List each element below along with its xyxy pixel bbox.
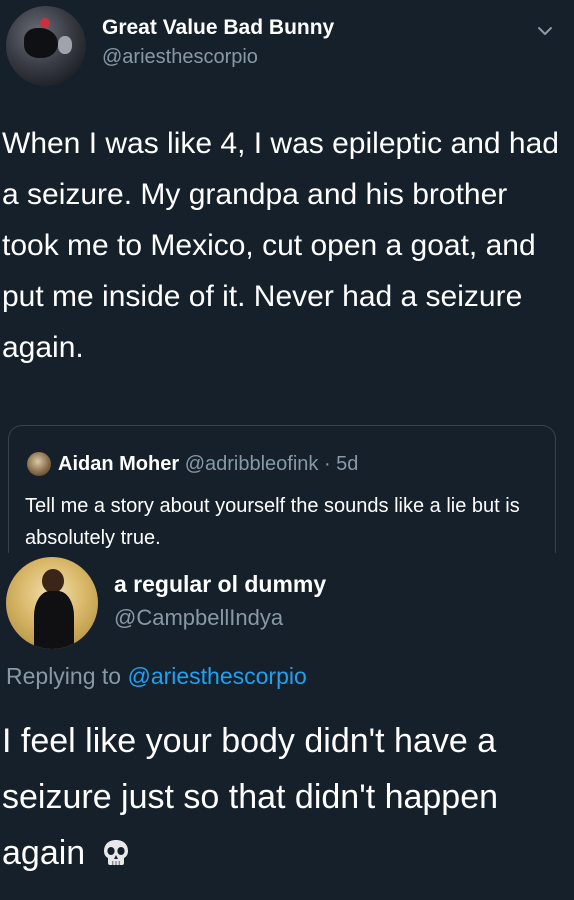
avatar[interactable]	[27, 452, 51, 476]
display-name[interactable]: a regular ol dummy	[114, 571, 326, 598]
quoted-text: Tell me a story about yourself the sound…	[25, 495, 520, 549]
reply-text: I feel like your body didn't have a seiz…	[2, 722, 499, 872]
tweet-card: Great Value Bad Bunny @ariesthescorpio W…	[0, 0, 574, 566]
user-handle[interactable]: @CampbellIndya	[114, 605, 283, 631]
chevron-down-icon[interactable]	[534, 20, 556, 42]
tweet-text: When I was like 4, I was epileptic and h…	[2, 127, 559, 364]
display-name[interactable]: Great Value Bad Bunny	[102, 16, 334, 40]
mention-link[interactable]: @ariesthescorpio	[127, 663, 306, 689]
quoted-handle-time: @adribbleofink · 5d	[184, 453, 359, 475]
quoted-tweet[interactable]: Aidan Moher @adribbleofink · 5d Tell me …	[8, 425, 556, 566]
skull-icon	[101, 829, 131, 865]
quoted-display-name[interactable]: Aidan Moher	[58, 453, 179, 475]
replying-to-label: Replying to	[6, 663, 128, 689]
avatar[interactable]	[6, 557, 98, 649]
replying-to: Replying to @ariesthescorpio	[6, 663, 307, 690]
quoted-author[interactable]: Aidan Moher @adribbleofink · 5d	[58, 453, 358, 476]
user-handle[interactable]: @ariesthescorpio	[102, 46, 258, 69]
reply-card: a regular ol dummy @CampbellIndya Replyi…	[0, 553, 574, 900]
avatar[interactable]	[6, 6, 86, 86]
reply-text-container: I feel like your body didn't have a seiz…	[2, 713, 572, 881]
